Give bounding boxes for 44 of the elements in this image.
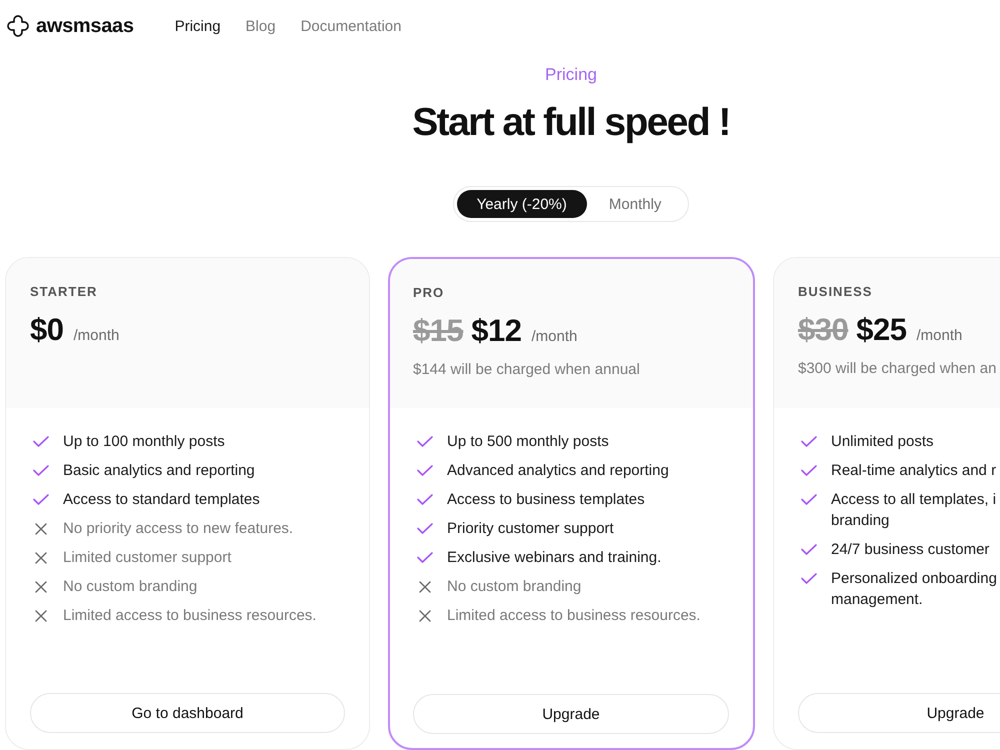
feature-text: No custom branding <box>63 577 198 597</box>
upgrade-button[interactable]: Upgrade <box>798 693 1000 733</box>
feature-text: 24/7 business customer <box>831 540 990 560</box>
plan-name: PRO <box>413 285 446 301</box>
feature-text: Access to standard templates <box>63 490 260 510</box>
upgrade-button[interactable]: Upgrade <box>413 694 729 734</box>
old-price: $30 <box>798 312 848 348</box>
feature-text: Real-time analytics and r <box>831 461 996 481</box>
section-eyebrow: Pricing <box>545 65 597 85</box>
feature-text: Limited access to business resources. <box>63 606 316 626</box>
feature-text: Limited customer support <box>63 548 232 568</box>
feature-text: No custom branding <box>447 577 582 597</box>
page-heading: Start at full speed ! <box>412 100 730 146</box>
logo-wordmark[interactable]: awsmsaas <box>36 14 134 38</box>
billing-option[interactable]: Monthly <box>586 190 686 218</box>
price-period: /month <box>916 327 962 344</box>
feature-text: Limited access to business resources. <box>447 606 700 626</box>
price-period: /month <box>73 327 120 344</box>
feature-text: Exclusive webinars and training. <box>447 548 662 568</box>
feature-text: Basic analytics and reporting <box>63 461 255 481</box>
old-price: $15 <box>413 313 464 349</box>
nav-link[interactable]: Pricing <box>174 18 221 34</box>
billing-option[interactable]: Yearly (-20%) <box>456 190 587 218</box>
feature-text: Access to all templates, i branding <box>831 490 996 531</box>
feature-text: Priority customer support <box>447 519 614 539</box>
feature-text: Up to 100 monthly posts <box>63 432 225 452</box>
nav-link[interactable]: Blog <box>246 18 276 34</box>
feature-text: Unlimited posts <box>831 432 934 452</box>
dashboard-button[interactable]: Go to dashboard <box>30 693 345 733</box>
plan-name: BUSINESS <box>798 284 874 300</box>
feature-text: No priority access to new features. <box>63 519 294 539</box>
billing-note: $300 will be charged when an <box>798 360 998 377</box>
logo-icon <box>7 15 29 37</box>
billing-note: $144 will be charged when annual <box>413 361 641 378</box>
feature-text: Access to business templates <box>447 490 645 510</box>
plan-price: $0 <box>30 312 64 348</box>
plan-price: $25 <box>856 312 906 348</box>
feature-text: Up to 500 monthly posts <box>447 432 609 452</box>
feature-text: Personalized onboarding management. <box>831 569 997 610</box>
price-period: /month <box>531 328 578 345</box>
nav-link[interactable]: Documentation <box>300 18 402 34</box>
feature-text: Advanced analytics and reporting <box>447 461 669 481</box>
plan-name: STARTER <box>30 284 98 300</box>
plan-price: $12 <box>471 313 522 349</box>
